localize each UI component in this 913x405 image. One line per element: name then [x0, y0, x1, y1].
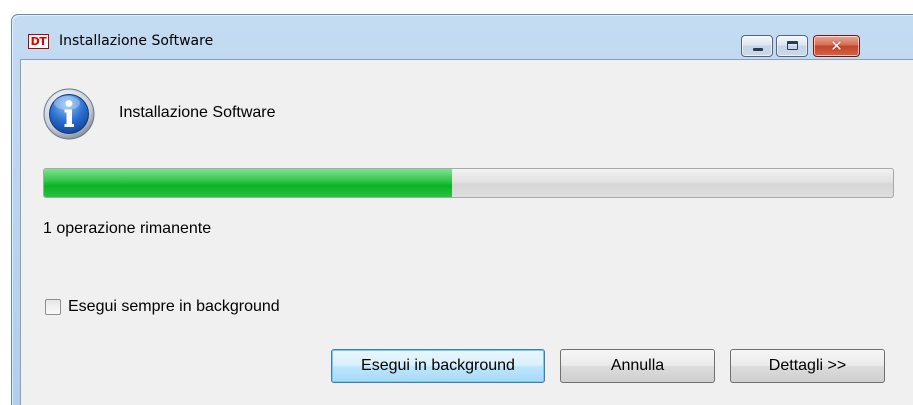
- dialog-body: Installazione Software 1 operazione rima…: [20, 59, 913, 405]
- minimize-icon: [753, 48, 763, 51]
- install-progress-bar: [43, 168, 894, 198]
- close-icon: ✕: [830, 37, 843, 55]
- cancel-button[interactable]: Annulla: [560, 349, 715, 383]
- dialog-heading: Installazione Software: [119, 104, 276, 121]
- run-in-background-button[interactable]: Esegui in background: [331, 349, 545, 383]
- screen: DT Installazione Software ✕ Installazion…: [0, 0, 913, 405]
- remaining-operations-text: 1 operazione rimanente: [43, 220, 212, 237]
- progress-fill: [44, 169, 452, 197]
- installer-window: DT Installazione Software ✕ Installazion…: [11, 14, 913, 405]
- title-bar[interactable]: DT Installazione Software ✕: [12, 15, 913, 59]
- details-button[interactable]: Dettagli >>: [730, 349, 885, 383]
- app-logo-icon: DT: [28, 34, 49, 49]
- minimize-button[interactable]: [741, 35, 773, 57]
- info-icon: [43, 88, 95, 140]
- window-title: Installazione Software: [59, 33, 214, 49]
- close-button[interactable]: ✕: [813, 35, 860, 57]
- always-background-checkbox[interactable]: [45, 299, 61, 315]
- maximize-icon: [787, 41, 798, 50]
- always-background-label[interactable]: Esegui sempre in background: [68, 298, 280, 316]
- maximize-button[interactable]: [776, 35, 808, 57]
